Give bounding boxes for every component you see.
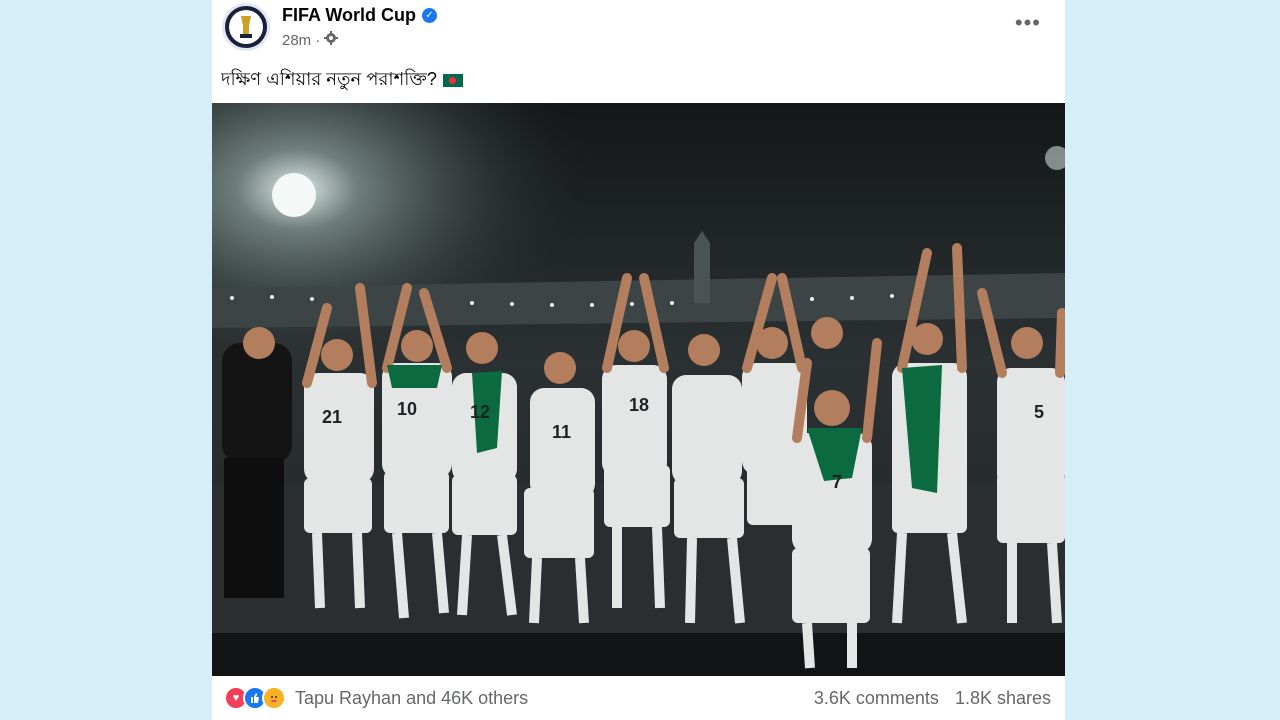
gear-icon [324, 31, 339, 49]
reactions-summary[interactable]: ♥ Tapu Rayhan and 46K others [224, 686, 528, 710]
jersey-number: 11 [552, 422, 571, 442]
bangladesh-flag-icon [442, 74, 463, 87]
fifa-logo-icon [229, 10, 263, 44]
jersey-number: 5 [1034, 402, 1044, 422]
verified-badge-icon: ✓ [421, 8, 437, 23]
jersey-number: 21 [322, 407, 342, 427]
jersey-number: 10 [397, 399, 417, 419]
post-photo[interactable]: 21 10 12 11 18 7 5 [212, 103, 1065, 676]
post-card: FIFA World Cup ✓ 28m · ••• দক্ষিণ এশিয়া… [212, 0, 1065, 720]
author-name[interactable]: FIFA World Cup [282, 5, 416, 26]
care-icon [262, 686, 286, 710]
caption-text: দক্ষিণ এশিয়ার নতুন পরাশক্তি? [221, 69, 437, 89]
jersey-number: 12 [470, 402, 490, 422]
reactions-text[interactable]: Tapu Rayhan and 46K others [295, 688, 528, 709]
engagement-bar: ♥ Tapu Rayhan and 46K others 3.6K commen… [212, 676, 1065, 720]
post-meta: 28m · [282, 31, 339, 49]
floodlight-left [272, 173, 316, 217]
jersey-number: 18 [629, 395, 649, 415]
post-stats: 3.6K comments 1.8K shares [814, 688, 1051, 709]
more-options-icon[interactable]: ••• [1015, 12, 1041, 34]
author-name-row: FIFA World Cup ✓ [282, 5, 437, 26]
comments-count[interactable]: 3.6K comments [814, 688, 939, 709]
jersey-number: 7 [832, 472, 842, 492]
page-avatar[interactable] [222, 3, 270, 51]
post-time[interactable]: 28m [282, 32, 311, 49]
post-caption: দক্ষিণ এশিয়ার নতুন পরাশক্তি? [221, 65, 463, 96]
post-header: FIFA World Cup ✓ 28m · ••• [212, 0, 1065, 58]
separator-dot: · [315, 31, 321, 49]
shares-count[interactable]: 1.8K shares [955, 688, 1051, 709]
